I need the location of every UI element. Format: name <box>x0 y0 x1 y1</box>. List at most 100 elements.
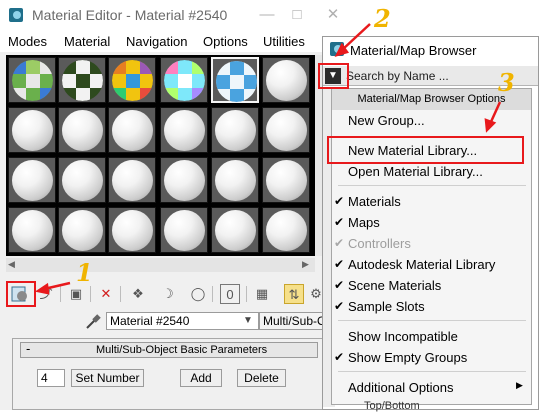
annotation-step-3: 3 <box>498 68 515 97</box>
add-button[interactable]: Add <box>180 369 222 387</box>
toolbar-separator <box>212 286 213 302</box>
reset-material-icon[interactable]: ✕ <box>96 284 116 304</box>
menu-options[interactable]: Options <box>203 34 248 49</box>
sample-slot[interactable] <box>8 107 56 153</box>
material-sphere <box>62 60 103 101</box>
sample-slot[interactable] <box>8 207 56 253</box>
sample-slot[interactable] <box>58 207 106 253</box>
maximize-button[interactable]: □ <box>282 0 312 30</box>
sample-slot[interactable] <box>211 207 259 253</box>
sample-slot[interactable] <box>8 57 56 103</box>
material-sphere <box>62 110 103 151</box>
menu-material[interactable]: Material <box>64 34 110 49</box>
menu-item-controllers: Controllers <box>348 236 411 251</box>
browser-app-icon <box>330 42 344 56</box>
material-sphere <box>266 110 307 151</box>
material-sphere <box>164 60 205 101</box>
annotation-step-1: 1 <box>76 258 93 287</box>
put-to-library-icon[interactable]: ◯ <box>188 284 208 304</box>
material-id-channel-icon[interactable]: 0 <box>220 284 240 304</box>
rollout-title: Multi/Sub-Object Basic Parameters <box>96 344 268 356</box>
sample-slot[interactable] <box>262 107 310 153</box>
sample-slot[interactable] <box>108 207 156 253</box>
browser-title: Material/Map Browser <box>350 43 477 58</box>
sample-slot[interactable] <box>108 157 156 203</box>
menu-item-sample-slots[interactable]: Sample Slots <box>348 299 425 314</box>
material-sphere <box>12 110 53 151</box>
checkmark-icon: ✔ <box>334 215 345 229</box>
annotation-box-get-material <box>6 281 36 307</box>
sample-slot[interactable] <box>262 207 310 253</box>
sample-slot[interactable] <box>58 157 106 203</box>
browser-list-item[interactable]: Top/Bottom <box>364 400 420 412</box>
menu-utilities[interactable]: Utilities <box>263 34 305 49</box>
material-sphere <box>215 160 256 201</box>
menu-separator <box>338 320 526 321</box>
toolbar-separator <box>120 286 121 302</box>
menu-item-maps[interactable]: Maps <box>348 215 380 230</box>
sample-slot-active[interactable] <box>211 57 259 103</box>
show-shaded-material-icon[interactable]: ▦ <box>252 284 272 304</box>
menu-item-open-material-library[interactable]: Open Material Library... <box>348 164 483 179</box>
submenu-arrow-icon: ▶ <box>516 380 523 390</box>
menu-item-new-group[interactable]: New Group... <box>348 113 425 128</box>
annotation-box-new-material-library <box>327 136 524 164</box>
sample-slot[interactable] <box>211 107 259 153</box>
go-to-parent-icon[interactable]: ⇅ <box>284 284 304 304</box>
delete-button[interactable]: Delete <box>237 369 286 387</box>
menu-item-materials[interactable]: Materials <box>348 194 401 209</box>
make-material-copy-icon[interactable]: ❖ <box>128 284 148 304</box>
menu-navigation[interactable]: Navigation <box>126 34 187 49</box>
sample-slot[interactable] <box>160 107 208 153</box>
material-sphere <box>62 210 103 251</box>
scroll-right-icon[interactable]: ▶ <box>302 259 309 270</box>
sample-slot[interactable] <box>108 57 156 103</box>
toolbar-separator <box>60 286 61 302</box>
sample-slot[interactable] <box>262 57 310 103</box>
minimize-button[interactable]: — <box>252 0 282 30</box>
checkmark-icon: ✔ <box>334 236 345 250</box>
material-editor-toolbar: ⤴ ▣ ✕ ❖ ☽ ◯ 0 ▦ ⇅ ⚙ <box>0 280 362 310</box>
menu-item-show-empty-groups[interactable]: Show Empty Groups <box>348 350 467 365</box>
sample-slot[interactable] <box>262 157 310 203</box>
put-material-to-scene-icon[interactable]: ⤴ <box>36 284 56 304</box>
menu-item-show-incompatible[interactable]: Show Incompatible <box>348 329 458 344</box>
checkmark-icon: ✔ <box>334 194 345 208</box>
material-type-button[interactable]: Multi/Sub-Obj <box>259 312 325 330</box>
menu-item-additional-options[interactable]: Additional Options <box>348 380 454 395</box>
material-sphere <box>266 160 307 201</box>
sample-slot[interactable] <box>160 157 208 203</box>
material-sphere <box>216 61 257 102</box>
checkmark-icon: ✔ <box>334 350 345 364</box>
material-name-field[interactable]: Material #2540 <box>106 312 259 330</box>
sample-slot[interactable] <box>108 107 156 153</box>
sample-slot[interactable] <box>58 107 106 153</box>
material-sphere <box>164 160 205 201</box>
close-button[interactable]: ✕ <box>318 0 348 30</box>
material-sphere <box>112 110 153 151</box>
assign-material-icon[interactable]: ▣ <box>66 284 86 304</box>
menu-item-autodesk-material-library[interactable]: Autodesk Material Library <box>348 257 495 272</box>
sample-grid-horizontal-scrollbar[interactable]: ◀ ▶ <box>6 258 315 272</box>
checkmark-icon: ✔ <box>334 299 345 313</box>
annotation-box-menu-button <box>318 63 349 89</box>
menu-item-scene-materials[interactable]: Scene Materials <box>348 278 441 293</box>
sub-material-count-field[interactable]: 4 <box>37 369 65 387</box>
sample-slot[interactable] <box>58 57 106 103</box>
sample-slot[interactable] <box>8 157 56 203</box>
chevron-down-icon[interactable]: ▼ <box>240 313 256 329</box>
eyedropper-icon[interactable] <box>84 313 102 331</box>
scroll-left-icon[interactable]: ◀ <box>8 259 15 270</box>
menu-modes[interactable]: Modes <box>8 34 47 49</box>
toolbar-separator <box>90 286 91 302</box>
material-sphere <box>164 210 205 251</box>
sample-slot[interactable] <box>211 157 259 203</box>
checkmark-icon: ✔ <box>334 257 345 271</box>
sample-slot[interactable] <box>160 57 208 103</box>
set-number-button[interactable]: Set Number <box>71 369 144 387</box>
make-unique-icon[interactable]: ☽ <box>158 284 178 304</box>
annotation-step-2: 2 <box>374 4 391 33</box>
sample-slot[interactable] <box>160 207 208 253</box>
material-sphere <box>266 60 307 101</box>
rollout-collapse-toggle[interactable]: - <box>26 341 30 356</box>
